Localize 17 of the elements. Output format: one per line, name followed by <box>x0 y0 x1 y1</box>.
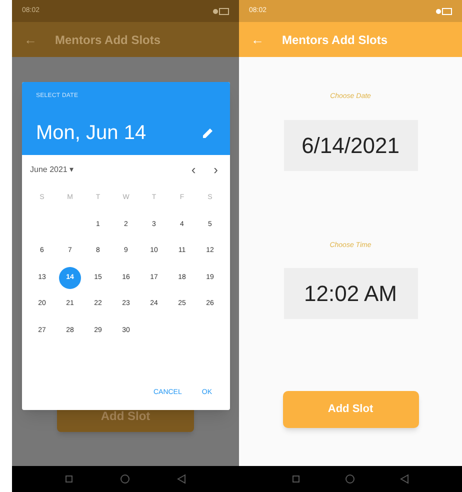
screen-title: Mentors Add Slots <box>282 32 388 48</box>
selected-date: Mon, Jun 14 <box>36 123 146 143</box>
square-icon <box>65 475 74 483</box>
battery-icon <box>436 8 452 14</box>
next-month-button[interactable]: › <box>214 160 218 180</box>
picker-field[interactable]: 6/14/2021 <box>284 120 418 170</box>
square-icon <box>292 475 300 483</box>
battery-icon <box>213 8 229 14</box>
back-triangle-icon <box>176 474 186 484</box>
picker-field[interactable]: 12:02 AM <box>284 268 418 319</box>
home-circle-icon <box>344 474 355 484</box>
screen-title: Mentors Add Slots <box>55 32 161 48</box>
home-circle-icon <box>120 474 130 484</box>
pencil-icon <box>202 127 214 139</box>
previous-month-button[interactable]: ‹ <box>191 160 196 180</box>
back-triangle-icon <box>400 474 410 484</box>
month-dropdown[interactable]: June 2021 ▾ <box>30 164 74 176</box>
